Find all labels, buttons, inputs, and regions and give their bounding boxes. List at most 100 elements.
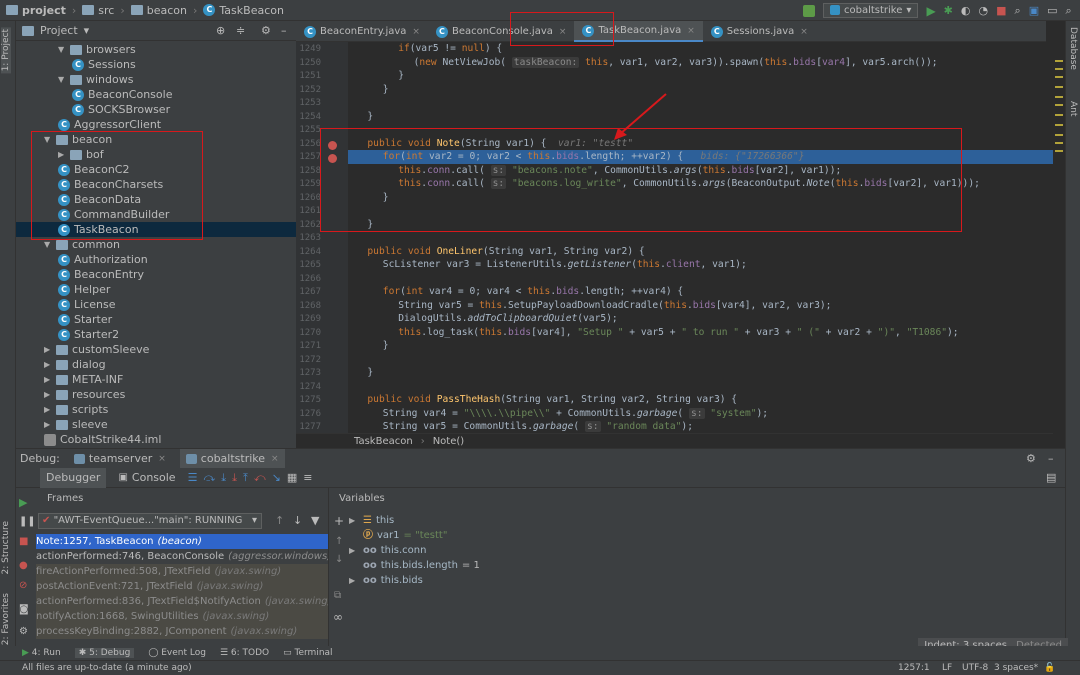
debug-icon[interactable]: ✱ <box>944 4 953 17</box>
restore-layout-icon[interactable]: ▤ <box>1046 471 1056 484</box>
tree-item-helper[interactable]: C Helper <box>16 282 296 297</box>
project-panel-title[interactable]: Project <box>40 24 78 37</box>
breadcrumb-src[interactable]: src <box>98 4 114 17</box>
code-line[interactable]: if(var5 != null) { <box>348 42 502 56</box>
tab-terminal[interactable]: ▭ Terminal <box>283 648 332 658</box>
code-line[interactable] <box>348 96 352 110</box>
tree-item-resources[interactable]: ▶ resources <box>16 387 296 402</box>
tab-console[interactable]: ▣ Console <box>112 468 181 488</box>
collapsed-arrow-icon[interactable]: ▶ <box>44 342 52 357</box>
code-line[interactable] <box>348 353 352 367</box>
thread-select[interactable]: ✔ "AWT-EventQueue..."main": RUNNING ▾ <box>38 513 262 529</box>
search-everywhere-icon[interactable]: ⌕ <box>1066 4 1072 18</box>
expand-arrow-icon[interactable]: ▶ <box>349 513 359 528</box>
expanded-arrow-icon[interactable]: ▼ <box>58 72 66 87</box>
tree-item-socksbrowser[interactable]: C SOCKSBrowser <box>16 102 296 117</box>
code-line[interactable]: for(int var4 = 0; var4 < this.bids.lengt… <box>348 285 683 299</box>
code-line[interactable]: String var5 = CommonUtils.garbage( s: "r… <box>348 420 693 433</box>
tool-tab-database[interactable]: Database <box>1068 27 1078 70</box>
close-icon[interactable]: × <box>800 27 808 37</box>
frame-item[interactable]: processKeyBinding:2882, JComponent (javax… <box>36 624 328 639</box>
code-line[interactable]: } <box>348 83 389 97</box>
code-editor[interactable]: if(var5 != null) {(new NetViewJob( taskB… <box>348 42 1053 433</box>
tree-item-scripts[interactable]: ▶ scripts <box>16 402 296 417</box>
coverage-icon[interactable]: ◐ <box>961 4 971 17</box>
hide-icon[interactable]: – <box>1048 452 1054 465</box>
tree-item-sessions[interactable]: C Sessions <box>16 57 296 72</box>
tool-tab-ant[interactable]: Ant <box>1068 101 1078 116</box>
close-icon[interactable]: × <box>412 27 420 37</box>
expand-arrow-icon[interactable]: ▶ <box>349 573 359 588</box>
hide-icon[interactable]: – <box>281 24 287 37</box>
step-over-icon[interactable]: ⤼ <box>203 471 215 485</box>
tree-item-beaconconsole[interactable]: C BeaconConsole <box>16 87 296 102</box>
search-icon[interactable]: ⌕ <box>1015 4 1021 18</box>
breadcrumb-beacon[interactable]: beacon <box>147 4 187 17</box>
tree-item-browsers[interactable]: ▼ browsers <box>16 42 296 57</box>
add-watch-icon[interactable]: + <box>334 514 344 528</box>
code-line[interactable]: public void OneLiner(String var1, String… <box>348 245 644 259</box>
code-line[interactable]: } <box>348 339 389 353</box>
tree-item-authorization[interactable]: C Authorization <box>16 252 296 267</box>
mute-breakpoints-icon[interactable]: ⊘ <box>19 580 27 591</box>
frame-item[interactable]: actionPerformed:836, JTextField$NotifyAc… <box>36 594 328 609</box>
editor-breadcrumb-method[interactable]: Note() <box>433 436 464 447</box>
layout-icon[interactable]: ≡ <box>303 471 312 484</box>
expand-arrow-icon[interactable]: ▶ <box>349 543 359 558</box>
editor-scrollbar[interactable] <box>1053 42 1065 433</box>
arrow-up-icon[interactable]: ↑ <box>335 536 343 547</box>
expanded-arrow-icon[interactable]: ▼ <box>58 42 66 57</box>
tree-item-starter2[interactable]: C Starter2 <box>16 327 296 342</box>
copy-icon[interactable]: ⧉ <box>334 590 341 601</box>
close-icon[interactable]: × <box>687 26 695 36</box>
tab-debug[interactable]: ✱ 5: Debug <box>74 648 135 658</box>
code-line[interactable]: (new NetViewJob( taskBeacon: this, var1,… <box>348 56 938 70</box>
tool-tab-structure[interactable]: 2: Structure <box>1 521 11 575</box>
tool-tab-project[interactable]: 1: Project <box>1 27 11 74</box>
variable-row[interactable]: ▶ oo this.bids <box>349 573 427 588</box>
run-icon[interactable]: ▶ <box>926 4 935 18</box>
frame-item[interactable]: postActionEvent:721, JTextField (javax.sw… <box>36 579 328 594</box>
code-line[interactable]: String var4 = "\\\\.\\pipe\\" + CommonUt… <box>348 407 768 421</box>
code-line[interactable]: ScListener var3 = ListenerUtils.getListe… <box>348 258 747 272</box>
breadcrumb-taskbeacon[interactable]: TaskBeacon <box>219 4 284 17</box>
code-line[interactable]: } <box>348 366 373 380</box>
view-breakpoints-icon[interactable]: ● <box>19 560 28 571</box>
gear-icon[interactable]: ⚙ <box>1026 452 1036 465</box>
tab-event-log[interactable]: ◯ Event Log <box>148 648 206 658</box>
tree-item-cobaltstrike44-iml[interactable]: CobaltStrike44.iml <box>16 432 296 447</box>
chevron-down-icon[interactable]: ▾ <box>84 24 90 37</box>
camera-icon[interactable]: ◙ <box>19 604 29 615</box>
caret-position[interactable]: 1257:1 <box>898 663 930 673</box>
drop-frame-icon[interactable]: ⤺ <box>254 471 266 485</box>
lock-icon[interactable]: 🔓 <box>1044 663 1055 673</box>
filter-icon[interactable]: ▼ <box>311 514 319 527</box>
breadcrumb-project[interactable]: project <box>22 4 66 17</box>
show-execution-point-icon[interactable]: ☰ <box>188 471 198 484</box>
arrow-down-icon[interactable]: ↓ <box>293 514 302 527</box>
indent-setting[interactable]: 3 spaces* <box>994 663 1038 673</box>
arrow-down-icon[interactable]: ↓ <box>335 554 343 565</box>
gear-icon[interactable]: ⚙ <box>261 24 271 37</box>
tree-item-beaconentry[interactable]: C BeaconEntry <box>16 267 296 282</box>
file-encoding[interactable]: UTF-8 <box>962 663 988 673</box>
collapsed-arrow-icon[interactable]: ▶ <box>44 417 52 432</box>
tree-item-license[interactable]: C License <box>16 297 296 312</box>
code-line[interactable] <box>348 380 352 394</box>
frame-item[interactable]: fireActionPerformed:508, JTextField (java… <box>36 564 328 579</box>
tree-item-windows[interactable]: ▼ windows <box>16 72 296 87</box>
stop-icon[interactable]: ■ <box>996 4 1006 17</box>
locate-icon[interactable]: ⊕ <box>216 24 225 37</box>
code-line[interactable] <box>348 231 352 245</box>
settings-icon[interactable]: ⚙ <box>19 626 28 637</box>
variable-row[interactable]: ⓟ var1 = "testt" <box>349 528 447 543</box>
code-line[interactable]: this.log_task(this.bids[var4], "Setup " … <box>348 326 958 340</box>
evaluate-icon[interactable]: ▦ <box>287 471 297 484</box>
frame-item[interactable]: notifyAction:1668, SwingUtilities (javax.… <box>36 609 328 624</box>
hammer-build-icon[interactable] <box>803 4 815 17</box>
line-separator[interactable]: LF <box>942 663 952 673</box>
variable-row[interactable]: ▶ ☰ this <box>349 513 398 528</box>
force-step-into-icon[interactable]: ⤓ <box>232 471 237 485</box>
tree-item-aggressorclient[interactable]: C AggressorClient <box>16 117 296 132</box>
code-line[interactable]: DialogUtils.addToClipboardQuiet(var5); <box>348 312 618 326</box>
